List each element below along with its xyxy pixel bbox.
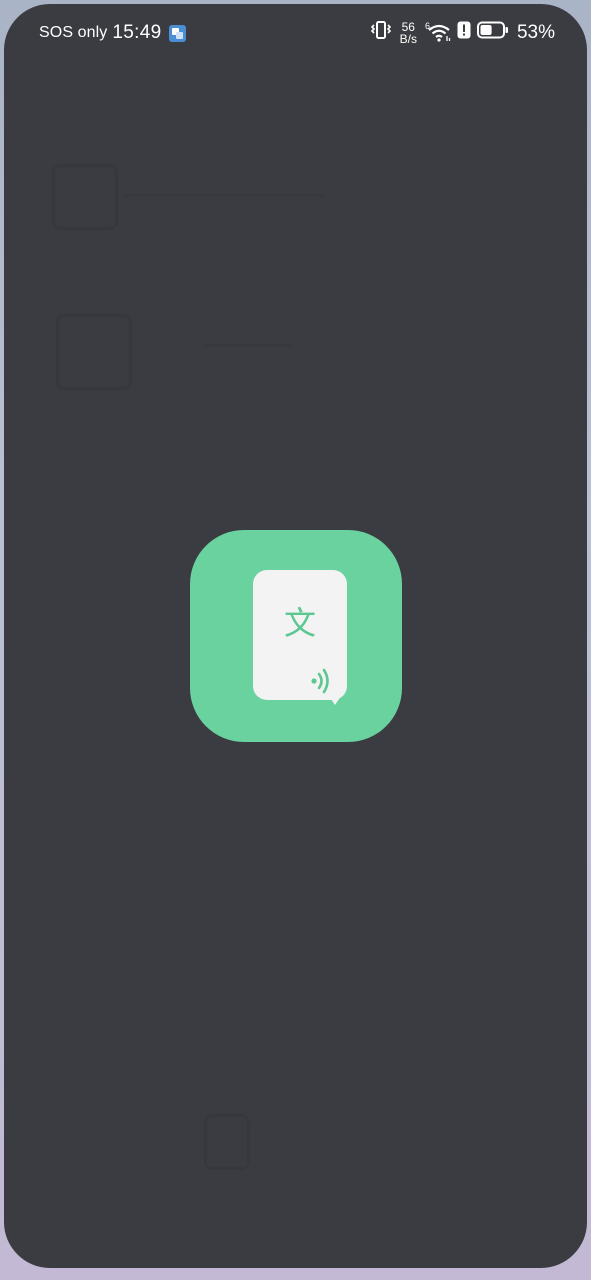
battery-icon xyxy=(476,21,509,44)
status-left-group: SOS only 15:49 xyxy=(39,22,187,44)
background-ghost-shape xyxy=(52,164,118,230)
speaker-waves-icon xyxy=(311,668,329,694)
wifi-icon: 6 xyxy=(425,21,451,43)
translate-glyph: 文 xyxy=(283,604,316,642)
background-ghost-shape xyxy=(56,314,132,390)
status-right-group: 56 B/s 6 53% xyxy=(370,20,555,45)
clock: 15:49 xyxy=(112,22,162,43)
translate-notification-icon xyxy=(169,24,187,42)
battery-percent: 53% xyxy=(516,21,555,43)
alert-icon xyxy=(457,21,471,44)
vibrate-icon xyxy=(370,20,392,45)
background-ghost-line xyxy=(124,194,324,197)
translate-app-icon: 文 xyxy=(190,530,402,742)
background-ghost-shape xyxy=(204,1114,250,1170)
network-speed-value: 56 xyxy=(401,19,415,34)
carrier-label: SOS only xyxy=(39,24,108,41)
status-bar: SOS only 15:49 56 B/s 6 53% xyxy=(4,4,587,64)
network-speed-unit: B/s xyxy=(399,31,417,46)
network-speed: 56 B/s xyxy=(400,21,417,45)
splash-screen: SOS only 15:49 56 B/s 6 53% 文 xyxy=(4,4,587,1268)
translate-card-tail xyxy=(329,696,341,705)
translate-card: 文 xyxy=(253,570,347,700)
background-ghost-line xyxy=(204,344,294,347)
